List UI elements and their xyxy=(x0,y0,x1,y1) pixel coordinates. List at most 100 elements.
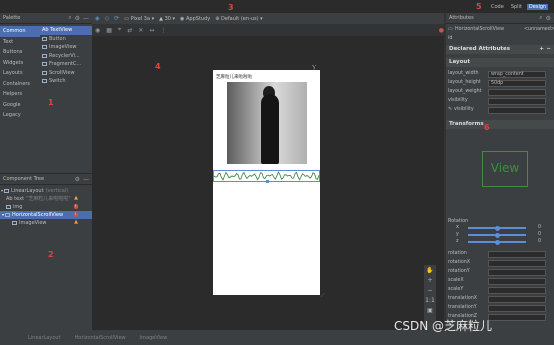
palette-category-containers[interactable]: Containers xyxy=(0,79,40,90)
pan-icon[interactable]: ✋ xyxy=(426,267,433,275)
palette-category-layouts[interactable]: Layouts xyxy=(0,68,40,79)
align-icon[interactable]: ↔ xyxy=(149,27,154,34)
tree-node-imageview[interactable]: ImageView xyxy=(12,219,47,227)
tree-node-linearlayout[interactable]: ▾ LinearLayout (vertical) xyxy=(1,187,68,195)
split-mode-tab[interactable]: Split xyxy=(509,4,524,10)
minimize-icon[interactable]: — xyxy=(83,176,89,183)
palette-category-buttons[interactable]: Buttons xyxy=(0,47,40,58)
resize-handle[interactable] xyxy=(266,179,269,183)
transform-name: translationY xyxy=(448,305,477,310)
zoom-in-icon[interactable]: + xyxy=(427,277,432,285)
breadcrumb-item[interactable]: LinearLayout xyxy=(28,335,61,341)
preview-image[interactable] xyxy=(227,82,307,164)
guidelines-icon[interactable]: ⋮ xyxy=(160,27,166,34)
widget-imageview[interactable]: ImageView xyxy=(40,43,92,52)
margin-icon[interactable]: ⇄ xyxy=(127,27,132,34)
remove-icon[interactable]: − xyxy=(546,45,551,54)
transforms-section[interactable]: Transforms xyxy=(446,120,554,129)
transform-rotationy-field[interactable] xyxy=(488,268,546,276)
rotation-z-slider[interactable] xyxy=(468,239,526,245)
widget-textview[interactable]: Ab TextView xyxy=(40,26,92,35)
slider-knob[interactable] xyxy=(494,239,500,245)
widget-recyclerview[interactable]: RecyclerVi... xyxy=(40,52,92,61)
breadcrumb-item[interactable]: HorizontalScrollView xyxy=(75,335,126,341)
transform-rotationx-field[interactable] xyxy=(488,259,546,267)
locale-selector[interactable]: ⊕ Default (en-us) ▾ xyxy=(215,16,262,22)
layout-guide-icon[interactable]: ▦ xyxy=(106,27,112,34)
tree-node-img[interactable]: img xyxy=(6,203,22,211)
theme-selector[interactable]: ◉ AppStudy xyxy=(180,16,210,22)
palette-category-text[interactable]: Text xyxy=(0,37,40,48)
widget-label: ImageView xyxy=(49,44,77,50)
transform-name: rotation xyxy=(448,251,467,256)
search-icon[interactable]: ⌕ xyxy=(539,14,542,22)
search-icon[interactable]: ⌕ xyxy=(68,14,71,22)
annotation-4: 4 xyxy=(155,62,161,71)
error-icon[interactable]: ! xyxy=(73,204,78,209)
palette-category-common[interactable]: Common xyxy=(0,26,40,37)
component-id[interactable]: <unnamed> xyxy=(524,26,554,34)
code-mode-tab[interactable]: Code xyxy=(489,4,506,10)
zoom-out-icon[interactable]: − xyxy=(427,287,432,295)
rotation-x-slider[interactable] xyxy=(468,225,526,231)
error-icon[interactable]: ! xyxy=(73,212,78,217)
visibility-field[interactable] xyxy=(488,97,546,105)
expand-arrow-icon[interactable]: ▾ xyxy=(2,211,4,219)
warning-icon[interactable]: ▲ xyxy=(74,195,78,201)
gear-icon[interactable]: ⚙ xyxy=(75,15,80,22)
horizontal-scroll-view[interactable] xyxy=(213,170,320,183)
palette-category-helpers[interactable]: Helpers xyxy=(0,89,40,100)
palette-category-widgets[interactable]: Widgets xyxy=(0,58,40,69)
layout-height-field[interactable]: 50dp xyxy=(488,79,546,87)
slider-knob[interactable] xyxy=(494,225,500,231)
widget-button[interactable]: Button xyxy=(40,35,92,44)
design-surface-icon[interactable]: ◈ xyxy=(95,15,100,22)
layout-weight-field[interactable] xyxy=(488,88,546,96)
tree-node-horizontalscrollview[interactable]: ▾ HorizontalScrollView xyxy=(0,211,92,219)
resize-corner-icon[interactable]: ⟋ xyxy=(321,293,325,299)
layout-section[interactable]: Layout xyxy=(446,58,554,67)
transform-translationy-field[interactable] xyxy=(488,304,546,312)
rotation-y-slider[interactable] xyxy=(468,232,526,238)
device-preview[interactable]: 芝麻粒儿来啦啦啦 ⟋ xyxy=(213,70,325,299)
gear-icon[interactable]: ⚙ xyxy=(546,15,551,22)
minimize-icon[interactable]: — xyxy=(83,15,89,22)
theme-label: AppStudy xyxy=(186,15,211,22)
widget-fragmentcontainer[interactable]: FragmentC... xyxy=(40,60,92,69)
warning-icon[interactable]: ▲ xyxy=(74,219,78,225)
constraint-icon[interactable]: ⌖ xyxy=(118,26,121,34)
clear-icon[interactable]: ✕ xyxy=(138,27,143,34)
layout-width-field[interactable]: wrap_content xyxy=(488,70,546,78)
orientation-icon[interactable]: ⟳ xyxy=(114,15,119,22)
tree-node-text[interactable]: Ab text "芝麻粒儿来啦啦啦" xyxy=(6,195,71,203)
declared-attributes-section[interactable]: Declared Attributes + − xyxy=(446,45,554,54)
eye-icon[interactable]: ◉ xyxy=(95,27,100,34)
add-icon[interactable]: + xyxy=(539,45,544,54)
transform-scaley-field[interactable] xyxy=(488,286,546,294)
zoom-fit-icon[interactable]: ▣ xyxy=(427,307,433,315)
device-selector[interactable]: ▭ Pixel 3a ▾ xyxy=(124,16,154,22)
gear-icon[interactable]: ⚙ xyxy=(75,176,80,183)
widget-scrollview[interactable]: ScrollView xyxy=(40,69,92,78)
widget-switch[interactable]: Switch xyxy=(40,77,92,86)
component-name: HorizontalScrollView xyxy=(455,27,505,32)
tools-visibility-field[interactable] xyxy=(488,106,546,114)
api-selector[interactable]: ▲ 30 ▾ xyxy=(159,16,175,22)
design-canvas[interactable]: Ⲩ 芝麻粒儿来啦啦啦 ⟋ xyxy=(92,36,423,330)
expand-arrow-icon[interactable]: ▾ xyxy=(1,187,3,195)
component-tree-title: Component Tree xyxy=(3,176,45,182)
transform-translationx-field[interactable] xyxy=(488,295,546,303)
transform-row: rotationY xyxy=(446,268,554,276)
palette-category-legacy[interactable]: Legacy xyxy=(0,110,40,121)
blueprint-icon[interactable]: ◇ xyxy=(105,15,110,22)
zoom-actual-icon[interactable]: 1:1 xyxy=(425,297,435,305)
wrench-icon: ✎ xyxy=(448,107,453,112)
transform-scalex-field[interactable] xyxy=(488,277,546,285)
design-mode-tab[interactable]: Design xyxy=(526,3,549,10)
transform-translationz-field[interactable] xyxy=(488,313,546,321)
palette-category-google[interactable]: Google xyxy=(0,100,40,111)
transform-rotation-field[interactable] xyxy=(488,250,546,258)
breadcrumb-item[interactable]: ImageView xyxy=(140,335,168,341)
slider-knob[interactable] xyxy=(494,232,500,238)
tree-node-note: (vertical) xyxy=(45,188,69,194)
